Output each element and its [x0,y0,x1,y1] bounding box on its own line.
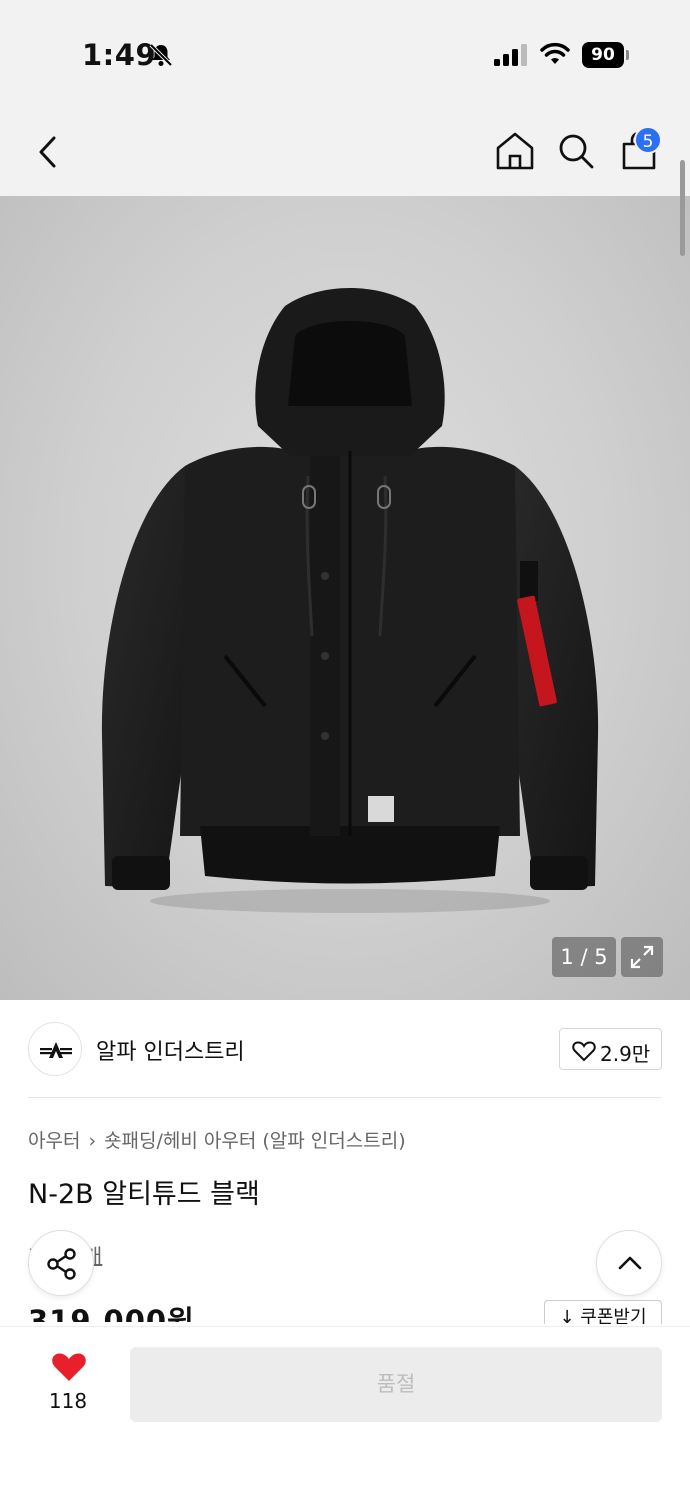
wifi-icon [540,42,570,64]
breadcrumb-category[interactable]: 아우터 [28,1130,80,1152]
heart-outline-icon [572,1041,596,1062]
alpha-logo-icon [40,1042,72,1058]
bottom-action-bar: 118 품절 [0,1326,690,1500]
brand-name[interactable]: 알파 인더스트리 [96,1034,245,1066]
breadcrumb-subcategory[interactable]: 숏패딩/헤비 아우터 (알파 인더스트리) [104,1130,406,1152]
chevron-right-icon: › [88,1130,97,1152]
image-counter: 1 / 5 [552,937,616,977]
battery-tip [626,50,629,60]
coupon-button[interactable]: ↓ 쿠폰받기 [544,1300,662,1324]
back-icon[interactable] [30,132,66,172]
bell-off-icon [149,43,173,67]
brand-like-button[interactable]: 2.9만 [559,1028,662,1070]
expand-image-button[interactable] [621,937,663,977]
divider [28,1097,662,1098]
heart-filled-icon[interactable] [51,1351,87,1383]
signal-icon [494,44,527,66]
soldout-button[interactable]: 품절 [130,1347,662,1422]
wish-count: 118 [48,1389,88,1413]
top-nav: 5 [0,100,690,196]
expand-icon [630,945,654,969]
battery-indicator: 90 [582,42,630,68]
product-title: N-2B 알티튜드 블랙 [28,1179,260,1210]
product-photo [101,288,599,913]
home-icon[interactable] [494,130,536,172]
scroll-indicator[interactable] [680,160,685,256]
share-button[interactable] [28,1230,94,1296]
battery-level: 90 [582,42,624,68]
share-icon [47,1248,76,1280]
brand-row: 알파 인더스트리 2.9만 [28,1020,662,1078]
brand-logo[interactable] [28,1022,82,1076]
status-time: 1:49 [82,38,157,72]
brand-like-count: 2.9만 [600,1042,651,1066]
status-bar: 1:49 90 [0,0,690,100]
chevron-up-icon [618,1256,642,1270]
cart-count-badge: 5 [634,126,662,154]
product-image-gallery[interactable]: 1 / 5 [0,196,690,1000]
product-price: 319,000원 [28,1304,195,1322]
search-icon[interactable] [556,130,596,172]
scroll-to-top-button[interactable] [596,1230,662,1296]
breadcrumb: 아우터 › 숏패딩/헤비 아우터 (알파 인더스트리) [28,1126,406,1153]
